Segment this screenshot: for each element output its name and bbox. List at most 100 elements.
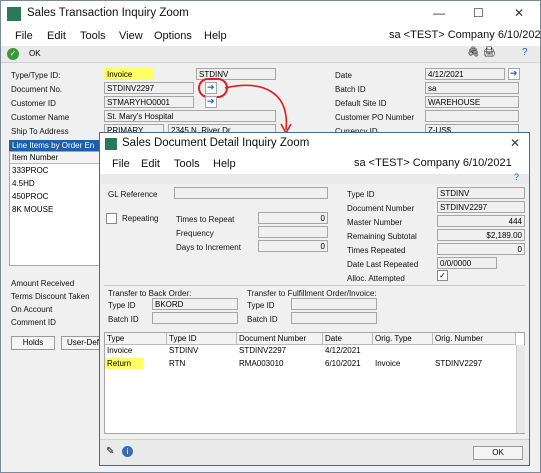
transfer-fulfillment-heading: Transfer to Fulfillment Order/Invoice: [247,289,377,298]
line-items-title: Line Items by Order En [12,141,95,150]
line-item-row[interactable]: 4.5HD [10,178,37,189]
section-divider [104,285,525,286]
info-icon[interactable]: i [122,446,133,457]
menu-file[interactable]: File [15,30,33,42]
doc-number-field[interactable]: STDINV2297 [437,201,525,213]
minimize-icon[interactable]: — [433,6,445,20]
line-item-row[interactable]: 8K MOUSE [10,204,55,215]
back-order-type-id-field[interactable]: BKORD [152,298,238,310]
front-close-icon[interactable]: ✕ [510,136,520,150]
front-toolbar: ? [100,172,529,184]
date-field[interactable]: 4/12/2021 [425,68,505,80]
help-icon[interactable]: ? [522,47,528,58]
item-number-column-header[interactable]: Item Number [10,152,108,164]
front-help-icon[interactable]: ? [514,172,519,182]
cell-orig-type [373,345,377,347]
front-menu-file[interactable]: File [112,158,130,170]
alloc-attempted-checkbox[interactable]: ✓ [437,270,448,281]
col-header-document-number[interactable]: Document Number [237,333,323,345]
ok-button[interactable]: OK [29,49,41,58]
menu-view[interactable]: View [119,30,143,42]
back-order-type-id-label: Type ID [108,301,136,310]
frequency-label: Frequency [176,229,214,238]
type-id-field-front[interactable]: STDINV [437,187,525,199]
table-row[interactable]: Invoice STDINV STDINV2297 4/12/2021 [105,345,516,358]
batch-id-label: Batch ID [335,85,366,94]
remaining-subtotal-field[interactable]: $2,189.00 [437,229,525,241]
table-row[interactable]: Return RTN RMA003010 6/10/2021 Invoice S… [105,358,516,371]
date-last-repeated-field[interactable]: 0/0/0000 [437,257,497,269]
repeating-checkbox[interactable] [106,213,117,224]
cell-orig-number: STDINV2297 [435,359,483,368]
front-menubar: File Edit Tools Help sa <TEST> Company 6… [100,155,529,174]
customer-id-zoom-button[interactable] [205,96,217,108]
front-menu-edit[interactable]: Edit [141,158,160,170]
col-header-type[interactable]: Type [105,333,167,345]
grid-scrollbar[interactable] [516,345,525,433]
front-ok-button[interactable]: OK [473,446,523,460]
times-repeated-label: Times Repeated [347,246,406,255]
line-item-row[interactable]: 450PROC [10,191,50,202]
customer-name-label: Customer Name [11,113,70,122]
menu-edit[interactable]: Edit [47,30,66,42]
print-icon[interactable]: 🖨 [483,47,496,58]
back-order-batch-id-field[interactable] [152,312,238,324]
back-window-title: Sales Transaction Inquiry Zoom [27,7,189,19]
type-label: Type/Type ID: [11,71,61,80]
site-id-label: Default Site ID [335,99,387,108]
line-item-row[interactable]: 333PROC [10,165,50,176]
times-to-repeat-field[interactable]: 0 [258,212,328,224]
fulfillment-batch-id-label: Batch ID [247,315,278,324]
back-order-batch-id-label: Batch ID [108,315,139,324]
days-to-increment-field[interactable]: 0 [258,240,328,252]
front-footer: ✎ i OK [100,439,529,465]
fulfillment-type-id-field[interactable] [291,298,377,310]
line-items-grid[interactable]: Item Number 333PROC 4.5HD 450PROC 8K MOU… [9,151,109,266]
close-icon[interactable]: ✕ [514,6,524,20]
cell-type: Invoice [107,346,133,355]
frequency-field[interactable] [258,226,328,238]
col-header-type-id[interactable]: Type ID [167,333,237,345]
menu-tools[interactable]: Tools [80,30,106,42]
menu-options[interactable]: Options [154,30,192,42]
doc-no-field[interactable]: STDINV2297 [104,82,194,94]
transfer-back-order-heading: Transfer to Back Order: [108,289,192,298]
front-menu-tools[interactable]: Tools [174,158,200,170]
alloc-attempted-label: Alloc. Attempted [347,274,405,283]
batch-id-field[interactable]: sa [425,82,519,94]
site-id-field[interactable]: WAREHOUSE [425,96,519,108]
company-info: sa <TEST> Company 6/10/2021 [389,29,541,41]
maximize-icon[interactable]: ☐ [473,6,484,20]
front-window-title: Sales Document Detail Inquiry Zoom [122,137,310,149]
col-header-orig-number[interactable]: Orig. Number [433,333,516,345]
customer-id-field[interactable]: STMARYHO0001 [104,96,194,108]
menu-help[interactable]: Help [204,30,227,42]
holds-button[interactable]: Holds [11,336,55,350]
date-zoom-button[interactable] [508,68,520,80]
ok-check-icon[interactable]: ✓ [7,48,19,60]
times-repeated-field[interactable]: 0 [437,243,525,255]
fulfillment-type-id-label: Type ID [247,301,275,310]
gl-reference-label: GL Reference [108,190,158,199]
fulfillment-batch-id-field[interactable] [291,312,377,324]
cell-document-number: RMA003010 [239,359,284,368]
front-menu-help[interactable]: Help [213,158,236,170]
repeating-label: Repeating [122,214,159,223]
col-header-date[interactable]: Date [323,333,373,345]
type-field[interactable]: Invoice [104,68,154,80]
cell-date: 6/10/2021 [325,359,361,368]
po-label: Customer PO Number [335,113,415,122]
back-menubar: File Edit Tools View Options Help sa <TE… [1,27,541,46]
front-app-icon [105,138,117,150]
po-field[interactable] [425,110,519,122]
col-header-orig-type[interactable]: Orig. Type [373,333,433,345]
gl-reference-field[interactable] [174,187,328,199]
note-icon[interactable]: ✎ [106,446,114,457]
ship-to-label: Ship To Address [11,127,69,136]
master-number-field[interactable]: 444 [437,215,525,227]
on-account-label: On Account [11,305,53,314]
cell-document-number: STDINV2297 [239,346,287,355]
attachment-icon[interactable]: 🖇 [467,47,480,58]
document-grid[interactable]: Type Type ID Document Number Date Orig. … [104,332,525,434]
front-titlebar: Sales Document Detail Inquiry Zoom ✕ [100,133,529,155]
